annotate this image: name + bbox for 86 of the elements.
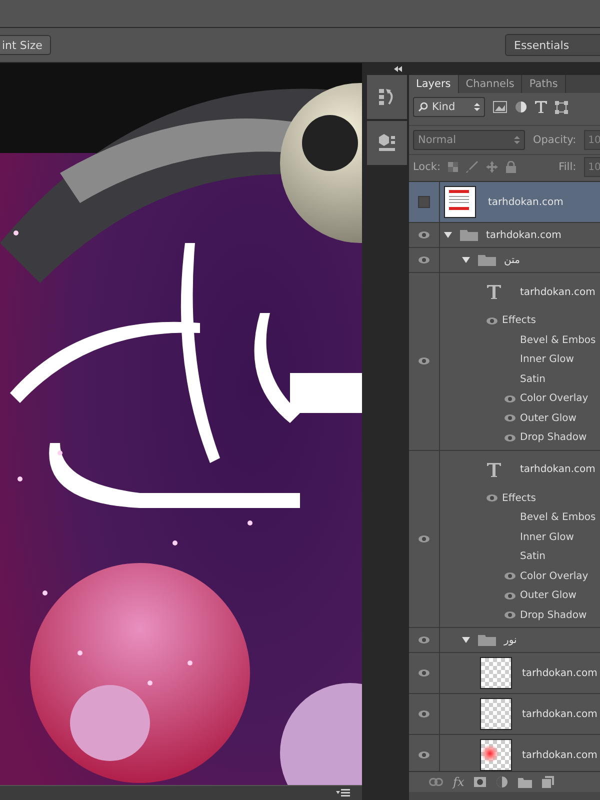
eye-icon[interactable]: [504, 414, 516, 422]
folder-icon[interactable]: [518, 776, 532, 788]
layer-name: tarhdokan.com: [520, 464, 596, 475]
effects-label: Effects: [502, 315, 536, 326]
image-filter-icon[interactable]: [493, 101, 507, 113]
effect-name: Color Overlay: [520, 393, 588, 404]
eye-icon[interactable]: [418, 669, 430, 677]
layer-row[interactable]: نور: [409, 628, 600, 653]
disclosure-triangle-icon[interactable]: [462, 636, 470, 644]
layer-row[interactable]: tarhdokan.com: [409, 653, 600, 694]
effect-name: Drop Shadow: [520, 610, 587, 621]
layer-name: نور: [504, 634, 517, 646]
layer-row[interactable]: tarhdokan.com: [409, 223, 600, 248]
layer-name: tarhdokan.com: [488, 196, 564, 208]
3d-panel-button[interactable]: [367, 121, 407, 165]
effect-name: Satin: [520, 374, 546, 385]
workspace-dropdown[interactable]: Essentials: [505, 34, 600, 56]
lock-icon[interactable]: [506, 161, 516, 173]
link-icon[interactable]: [429, 778, 443, 786]
panel-tab[interactable]: Paths: [522, 75, 566, 93]
disclosure-triangle-icon[interactable]: [444, 231, 452, 239]
layer-row[interactable]: tarhdokan.com: [409, 694, 600, 735]
print-size-button[interactable]: int Size: [0, 35, 52, 55]
new-layer-icon[interactable]: [542, 776, 554, 788]
eye-icon[interactable]: [504, 572, 516, 580]
eye-icon[interactable]: [418, 357, 430, 366]
effect-name: Bevel & Embos: [520, 512, 596, 524]
fill-label: Fill:: [558, 161, 576, 173]
eye-icon[interactable]: [418, 751, 430, 759]
effect-name: Outer Glow: [520, 590, 576, 602]
adjustment-filter-icon[interactable]: [515, 101, 527, 113]
layer-name: tarhdokan.com: [486, 230, 562, 240]
cube-icon[interactable]: [377, 133, 397, 153]
eye-icon[interactable]: [504, 434, 516, 442]
stepper-arrows-icon: [474, 102, 480, 112]
panel-tab[interactable]: Channels: [458, 75, 522, 93]
eye-icon[interactable]: [504, 611, 516, 620]
lock-label: Lock:: [413, 161, 440, 173]
eye-icon[interactable]: [418, 231, 430, 239]
eye-icon[interactable]: [486, 494, 498, 502]
blend-mode-dropdown[interactable]: Normal: [413, 130, 525, 150]
effects-label: Effects: [502, 492, 536, 504]
layer-name: tarhdokan.com: [522, 708, 598, 720]
eye-icon[interactable]: [486, 316, 498, 325]
eye-icon[interactable]: [418, 710, 430, 718]
panel-tab[interactable]: Layers: [409, 75, 459, 93]
layer-row[interactable]: متن: [409, 248, 600, 273]
folder-icon: [478, 254, 496, 266]
eye-icon[interactable]: [418, 534, 430, 543]
eye-icon[interactable]: [418, 636, 430, 644]
layer-row[interactable]: tarhdokan.com: [409, 182, 600, 223]
search-icon: [418, 102, 428, 112]
disclosure-triangle-icon[interactable]: [462, 256, 470, 264]
type-filter-icon[interactable]: [535, 101, 547, 113]
stepper-arrows-icon: [514, 135, 520, 145]
effect-name: Inner Glow: [520, 532, 574, 543]
layer-style-button[interactable]: fx: [453, 775, 464, 789]
eye-icon[interactable]: [504, 592, 516, 600]
layer-name: tarhdokan.com: [522, 668, 598, 678]
effect-name: Color Overlay: [520, 570, 588, 582]
brush-icon[interactable]: [466, 161, 478, 173]
effect-name: Outer Glow: [520, 412, 576, 424]
effect-name: Drop Shadow: [520, 432, 587, 444]
move-icon[interactable]: [486, 161, 498, 173]
opacity-label: Opacity:: [533, 134, 576, 146]
folder-icon: [478, 634, 496, 646]
filter-kind-dropdown[interactable]: Kind: [413, 97, 485, 117]
adjustment-layer-icon[interactable]: [496, 776, 508, 788]
layer-name: tarhdokan.com: [522, 750, 598, 760]
collapse-panels-icon[interactable]: [394, 66, 402, 72]
mask-icon[interactable]: [474, 777, 486, 787]
lock-transparency-icon[interactable]: [448, 162, 458, 172]
folder-icon: [460, 229, 478, 241]
effect-name: Bevel & Embos: [520, 334, 596, 346]
text-layer-icon: [486, 462, 502, 478]
layer-name: متن: [504, 254, 520, 266]
eye-icon[interactable]: [418, 256, 430, 264]
history-panel-button[interactable]: [367, 75, 407, 119]
resize-grip[interactable]: [409, 792, 600, 800]
panel-menu-icon[interactable]: [336, 789, 350, 797]
layer-name: tarhdokan.com: [520, 286, 596, 298]
effect-name: Inner Glow: [520, 354, 574, 366]
effect-name: Satin: [520, 551, 546, 562]
text-layer-icon: [486, 284, 502, 300]
shape-filter-icon[interactable]: [555, 100, 568, 114]
eye-icon[interactable]: [504, 394, 516, 403]
